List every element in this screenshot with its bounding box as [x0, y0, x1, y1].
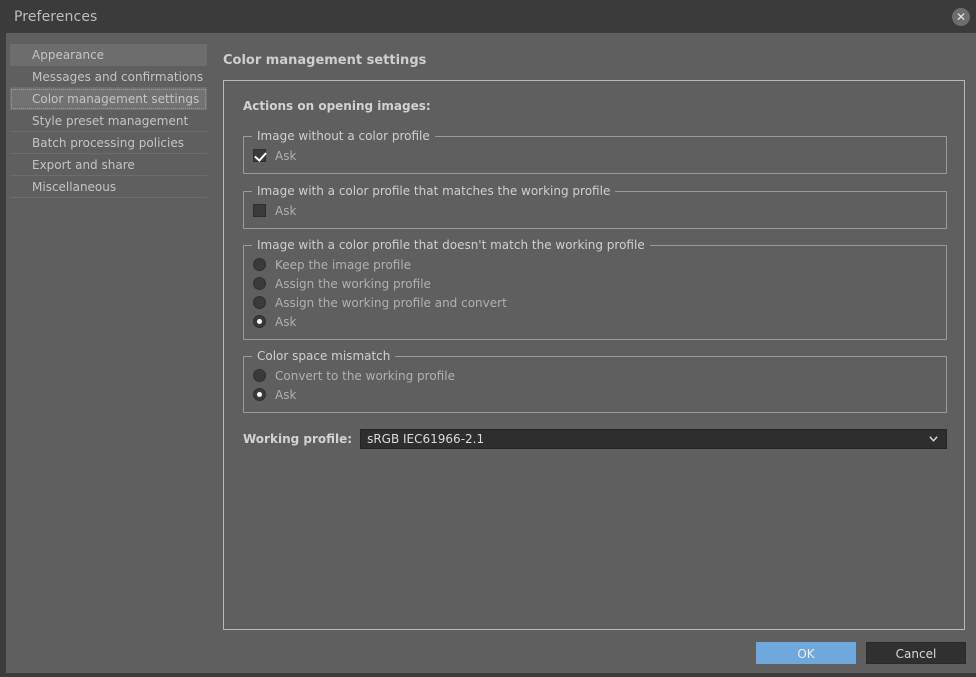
sidebar-item-miscellaneous[interactable]: Miscellaneous — [10, 176, 207, 198]
option-label: Ask — [275, 148, 297, 163]
option-label: Ask — [275, 314, 297, 329]
ok-button[interactable]: OK — [756, 642, 856, 664]
cancel-button[interactable]: Cancel — [866, 642, 966, 664]
sidebar-item-label: Export and share — [32, 158, 135, 172]
close-icon[interactable]: ✕ — [952, 8, 970, 26]
dialog-buttons: OK Cancel — [756, 642, 966, 664]
checkbox-unchecked-icon[interactable] — [253, 204, 266, 217]
radio-unselected-icon[interactable] — [253, 369, 266, 382]
working-profile-row: Working profile: sRGB IEC61966-2.1 — [243, 429, 947, 449]
checkbox-row[interactable]: Ask — [244, 201, 946, 220]
sidebar-item-appearance[interactable]: Appearance — [10, 44, 207, 66]
settings-panel: Actions on opening images: Image without… — [223, 80, 965, 630]
option-group-legend: Image with a color profile that doesn't … — [257, 238, 645, 252]
option-group-legend: Color space mismatch — [257, 349, 391, 363]
working-profile-value: sRGB IEC61966-2.1 — [367, 432, 485, 446]
option-group-legend: Image with a color profile that matches … — [257, 184, 611, 198]
radio-unselected-icon[interactable] — [253, 296, 266, 309]
title-bar: Preferences ✕ — [0, 0, 976, 33]
sidebar-item-label: Style preset management — [32, 114, 189, 128]
sidebar: Appearance Messages and confirmations Colo… — [10, 44, 207, 198]
option-group-body: Convert to the working profile Ask — [244, 363, 946, 412]
sidebar-item-color-management-settings[interactable]: Color management settings — [10, 88, 207, 110]
option-group-body: Keep the image profile Assign the working… — [244, 252, 946, 339]
option-group-body: Ask — [244, 143, 946, 173]
option-group: Image without a color profile Ask — [243, 129, 947, 174]
section-heading: Actions on opening images: — [243, 99, 431, 113]
preferences-dialog: Preferences ✕ Appearance Messages and con… — [0, 0, 976, 677]
radio-selected-icon[interactable] — [253, 388, 266, 401]
radio-row[interactable]: Assign the working profile — [244, 274, 946, 293]
checkbox-row[interactable]: Ask — [244, 146, 946, 165]
sidebar-item-export-and-share[interactable]: Export and share — [10, 154, 207, 176]
working-profile-label: Working profile: — [243, 432, 353, 446]
option-group-legend: Image without a color profile — [257, 129, 430, 143]
option-label: Assign the working profile and convert — [275, 295, 507, 310]
radio-unselected-icon[interactable] — [253, 258, 266, 271]
sidebar-item-label: Batch processing policies — [32, 136, 184, 150]
option-label: Assign the working profile — [275, 276, 431, 291]
radio-row[interactable]: Keep the image profile — [244, 255, 946, 274]
option-label: Ask — [275, 203, 297, 218]
sidebar-item-label: Messages and confirmations — [32, 70, 204, 84]
working-profile-select[interactable]: sRGB IEC61966-2.1 — [360, 429, 947, 449]
window-title: Preferences — [14, 8, 98, 25]
sidebar-item-label: Appearance — [32, 48, 105, 62]
option-group: Image with a color profile that matches … — [243, 184, 947, 229]
sidebar-item-messages-and-confirmations[interactable]: Messages and confirmations — [10, 66, 207, 88]
radio-row[interactable]: Assign the working profile and convert — [244, 293, 946, 312]
option-label: Keep the image profile — [275, 257, 412, 272]
radio-selected-icon[interactable] — [253, 315, 266, 328]
radio-row[interactable]: Convert to the working profile — [244, 366, 946, 385]
option-label: Ask — [275, 387, 297, 402]
sidebar-item-batch-processing-policies[interactable]: Batch processing policies — [10, 132, 207, 154]
option-group: Image with a color profile that doesn't … — [243, 238, 947, 340]
option-label: Convert to the working profile — [275, 368, 455, 383]
sidebar-item-label: Color management settings — [32, 92, 200, 106]
radio-unselected-icon[interactable] — [253, 277, 266, 290]
chevron-down-icon — [929, 436, 938, 442]
checkbox-checked-icon[interactable] — [253, 149, 266, 162]
option-group: Color space mismatch Convert to the worki… — [243, 349, 947, 413]
radio-row[interactable]: Ask — [244, 312, 946, 331]
radio-row[interactable]: Ask — [244, 385, 946, 404]
sidebar-item-style-preset-management[interactable]: Style preset management — [10, 110, 207, 132]
sidebar-item-label: Miscellaneous — [32, 180, 117, 194]
option-group-body: Ask — [244, 198, 946, 228]
page-title: Color management settings — [223, 53, 427, 68]
